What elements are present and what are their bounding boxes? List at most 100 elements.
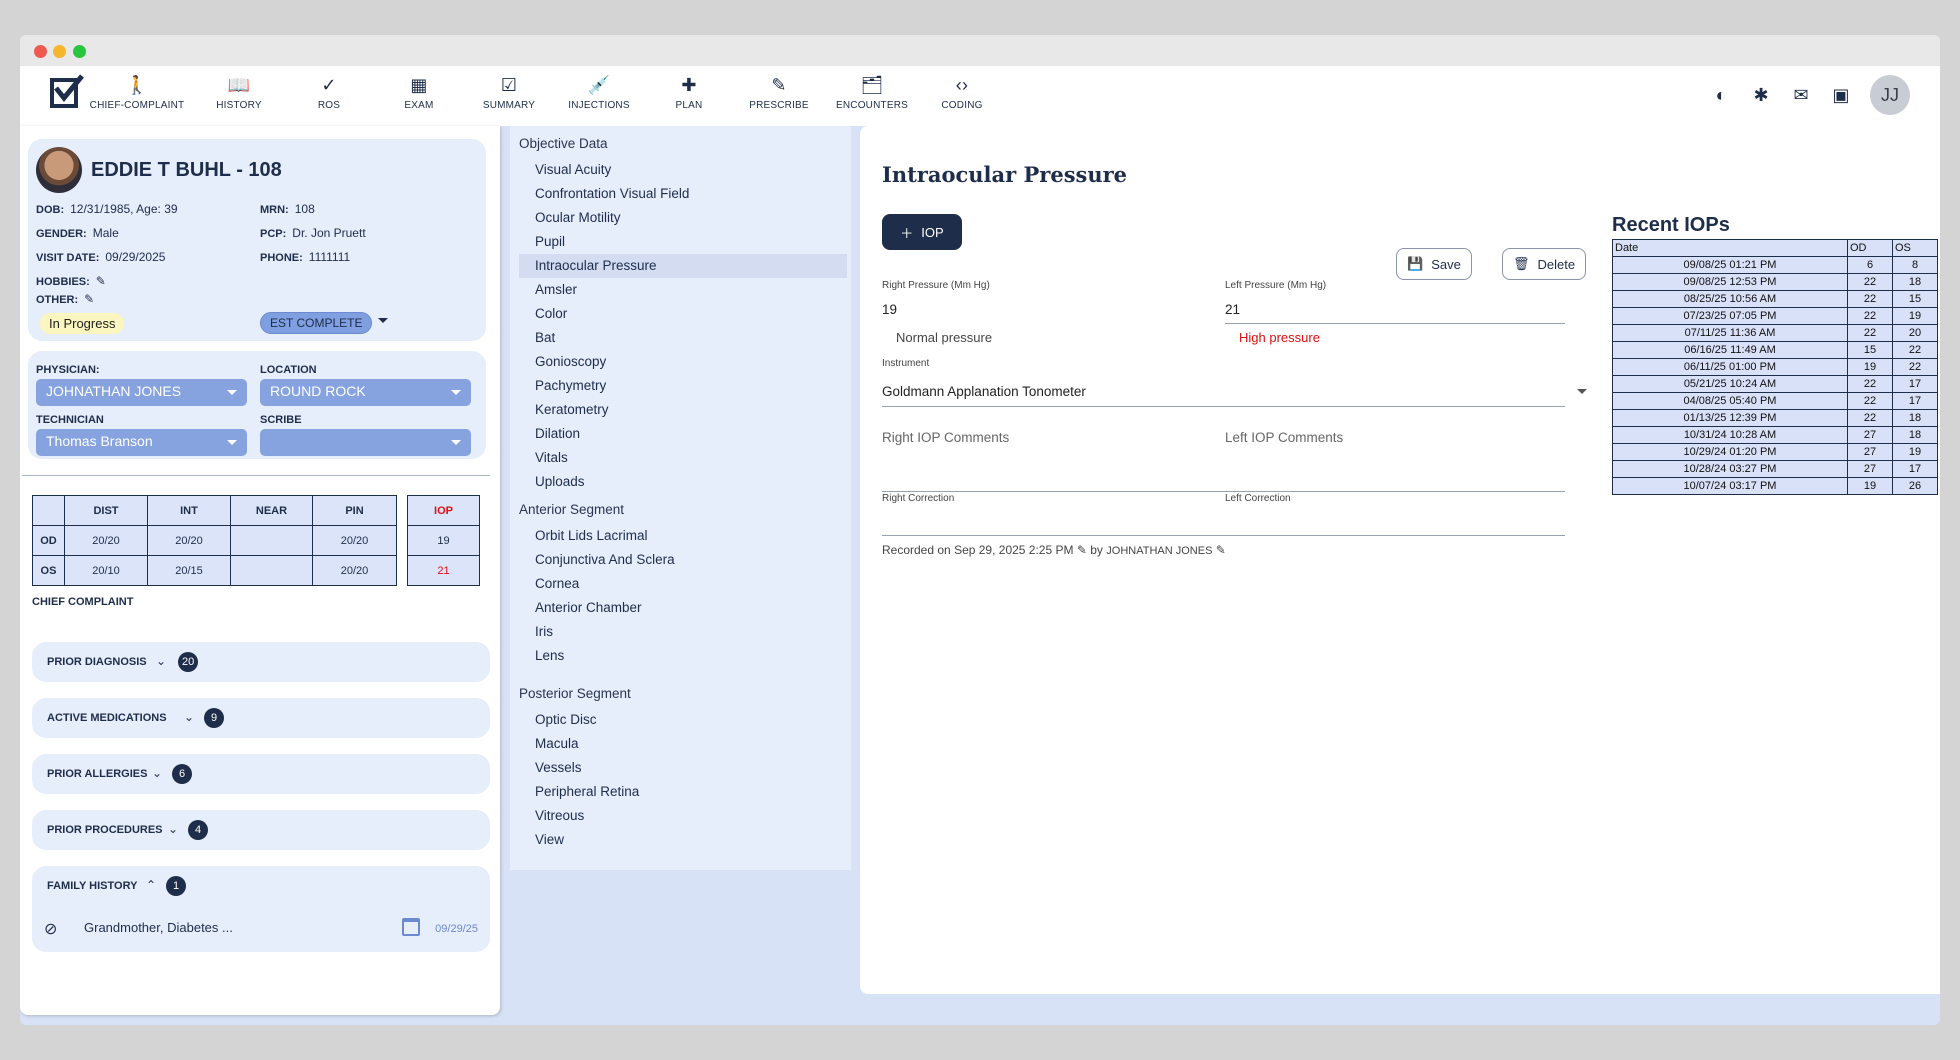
- minimize-window-button[interactable]: [53, 45, 66, 58]
- table-row[interactable]: 06/11/25 01:00 PM 19 22: [1612, 358, 1938, 376]
- dark-mode-icon[interactable]: ◐: [1710, 84, 1732, 106]
- table-row[interactable]: 10/07/24 03:17 PM 19 26: [1612, 477, 1938, 495]
- chevron-down-icon[interactable]: ⌄: [156, 654, 166, 668]
- left-comments-input[interactable]: Left IOP Comments: [1225, 430, 1343, 445]
- menu-item-gonioscopy[interactable]: Gonioscopy: [519, 350, 847, 374]
- close-window-button[interactable]: [34, 45, 47, 58]
- table-row[interactable]: 01/13/25 12:39 PM 22 18: [1612, 409, 1938, 427]
- menu-item-anterior-chamber[interactable]: Anterior Chamber: [519, 596, 847, 620]
- va-cell[interactable]: 20/20: [312, 525, 397, 556]
- table-row[interactable]: 09/08/25 12:53 PM 22 18: [1612, 273, 1938, 291]
- menu-item-iris[interactable]: Iris: [519, 620, 847, 644]
- menu-item-vitreous[interactable]: Vitreous: [519, 804, 847, 828]
- add-iop-button[interactable]: ＋ IOP: [882, 214, 962, 250]
- prior-diagnosis-section[interactable]: PRIOR DIAGNOSIS ⌄ 20: [32, 642, 490, 682]
- table-row[interactable]: 04/08/25 05:40 PM 22 17: [1612, 392, 1938, 410]
- menu-item-confrontation-visual-field[interactable]: Confrontation Visual Field: [519, 182, 847, 206]
- menu-item-peripheral-retina[interactable]: Peripheral Retina: [519, 780, 847, 804]
- app-logo-icon[interactable]: [50, 74, 84, 108]
- column-header: INT: [147, 495, 231, 526]
- right-comments-input[interactable]: Right IOP Comments: [882, 430, 1009, 445]
- menu-item-orbit-lids-lacrimal[interactable]: Orbit Lids Lacrimal: [519, 524, 847, 548]
- iop-os-value[interactable]: 21: [407, 555, 480, 586]
- nav-chief-complaint[interactable]: 🚶 CHIEF-COMPLAINT: [82, 74, 192, 111]
- menu-item-cornea[interactable]: Cornea: [519, 572, 847, 596]
- active-medications-section[interactable]: ACTIVE MEDICATIONS ⌄ 9: [32, 698, 490, 738]
- table-row[interactable]: 10/29/24 01:20 PM 27 19: [1612, 443, 1938, 461]
- technician-select[interactable]: Thomas Branson: [36, 429, 247, 456]
- inbox-icon[interactable]: ▣: [1830, 84, 1852, 106]
- menu-item-visual-acuity[interactable]: Visual Acuity: [519, 158, 847, 182]
- physician-value: JOHNATHAN JONES: [46, 383, 182, 399]
- table-row[interactable]: 06/16/25 11:49 AM 15 22: [1612, 341, 1938, 359]
- chevron-down-icon[interactable]: [1577, 389, 1587, 394]
- right-correction-input[interactable]: Right Correction: [882, 493, 954, 504]
- table-row[interactable]: 07/11/25 11:36 AM 22 20: [1612, 324, 1938, 342]
- menu-item-macula[interactable]: Macula: [519, 732, 847, 756]
- table-row[interactable]: 05/21/25 10:24 AM 22 17: [1612, 375, 1938, 393]
- menu-item-optic-disc[interactable]: Optic Disc: [519, 708, 847, 732]
- chevron-down-icon[interactable]: ⌄: [152, 766, 162, 780]
- va-cell[interactable]: 20/20: [64, 525, 148, 556]
- family-history-item[interactable]: Grandmother, Diabetes ...: [84, 920, 233, 935]
- va-cell[interactable]: 20/15: [147, 555, 231, 586]
- user-avatar-button[interactable]: JJ: [1870, 75, 1910, 115]
- prior-procedures-section[interactable]: PRIOR PROCEDURES ⌄ 4: [32, 810, 490, 850]
- chevron-down-icon[interactable]: ⌄: [184, 710, 194, 724]
- menu-item-dilation[interactable]: Dilation: [519, 422, 847, 446]
- iop-date-cell: 10/07/24 03:17 PM: [1612, 477, 1848, 495]
- edit-other-pencil-icon[interactable]: ✎: [84, 292, 94, 306]
- va-cell[interactable]: [230, 555, 313, 586]
- menu-item-color[interactable]: Color: [519, 302, 847, 326]
- menu-item-ocular-motility[interactable]: Ocular Motility: [519, 206, 847, 230]
- menu-item-view[interactable]: View: [519, 828, 847, 852]
- est-status-button[interactable]: EST COMPLETE: [260, 312, 373, 334]
- iop-os-cell: 22: [1892, 358, 1938, 376]
- va-cell[interactable]: 20/10: [64, 555, 148, 586]
- prior-allergies-section[interactable]: PRIOR ALLERGIES ⌄ 6: [32, 754, 490, 794]
- menu-item-vessels[interactable]: Vessels: [519, 756, 847, 780]
- menu-item-keratometry[interactable]: Keratometry: [519, 398, 847, 422]
- left-pressure-input[interactable]: 21: [1225, 302, 1240, 317]
- va-cell[interactable]: 20/20: [312, 555, 397, 586]
- mail-icon[interactable]: ✉: [1790, 84, 1812, 106]
- left-correction-input[interactable]: Left Correction: [1225, 493, 1291, 504]
- iop-od-value[interactable]: 19: [407, 525, 480, 556]
- eye-label: OD: [32, 525, 65, 556]
- table-row[interactable]: 08/25/25 10:56 AM 22 15: [1612, 290, 1938, 308]
- menu-item-bat[interactable]: Bat: [519, 326, 847, 350]
- eye-off-icon[interactable]: ⊘: [44, 919, 57, 939]
- maximize-window-button[interactable]: [73, 45, 86, 58]
- menu-item-uploads[interactable]: Uploads: [519, 470, 847, 494]
- bug-icon[interactable]: ✱: [1750, 84, 1772, 106]
- menu-item-vitals[interactable]: Vitals: [519, 446, 847, 470]
- menu-item-pupil[interactable]: Pupil: [519, 230, 847, 254]
- physician-select[interactable]: JOHNATHAN JONES: [36, 379, 247, 406]
- scribe-select[interactable]: [260, 429, 471, 456]
- delete-button[interactable]: 🗑 Delete: [1502, 248, 1587, 280]
- menu-item-amsler[interactable]: Amsler: [519, 278, 847, 302]
- chevron-down-icon[interactable]: ⌄: [168, 822, 178, 836]
- table-row[interactable]: 07/23/25 07:05 PM 22 19: [1612, 307, 1938, 325]
- menu-item-conjunctiva-and-sclera[interactable]: Conjunctiva And Sclera: [519, 548, 847, 572]
- chevron-down-icon[interactable]: [378, 318, 388, 323]
- right-pressure-input[interactable]: 19: [882, 302, 897, 317]
- edit-hobbies-pencil-icon[interactable]: ✎: [96, 274, 106, 288]
- table-row[interactable]: 10/31/24 10:28 AM 27 18: [1612, 426, 1938, 444]
- instrument-select[interactable]: Goldmann Applanation Tonometer: [882, 384, 1086, 399]
- table-row[interactable]: 09/08/25 01:21 PM 6 8: [1612, 256, 1938, 274]
- va-cell[interactable]: 20/20: [147, 525, 231, 556]
- menu-item-lens[interactable]: Lens: [519, 644, 847, 668]
- menu-item-pachymetry[interactable]: Pachymetry: [519, 374, 847, 398]
- edit-recorder-pencil-icon[interactable]: ✎: [1216, 543, 1226, 557]
- save-button[interactable]: 💾 Save: [1396, 248, 1472, 280]
- table-row[interactable]: 10/28/24 03:27 PM 27 17: [1612, 460, 1938, 478]
- family-history-section[interactable]: FAMILY HISTORY ⌃ 1 ⊘ Grandmother, Diabet…: [32, 866, 490, 952]
- location-select[interactable]: ROUND ROCK: [260, 379, 471, 406]
- va-cell[interactable]: [230, 525, 313, 556]
- menu-item-intraocular-pressure[interactable]: Intraocular Pressure: [519, 254, 847, 278]
- nav-coding[interactable]: ‹› CODING: [907, 74, 1017, 111]
- chevron-up-icon[interactable]: ⌃: [146, 878, 156, 892]
- right-pressure-label: Right Pressure (Mm Hg): [882, 280, 990, 291]
- edit-date-pencil-icon[interactable]: ✎: [1077, 543, 1087, 557]
